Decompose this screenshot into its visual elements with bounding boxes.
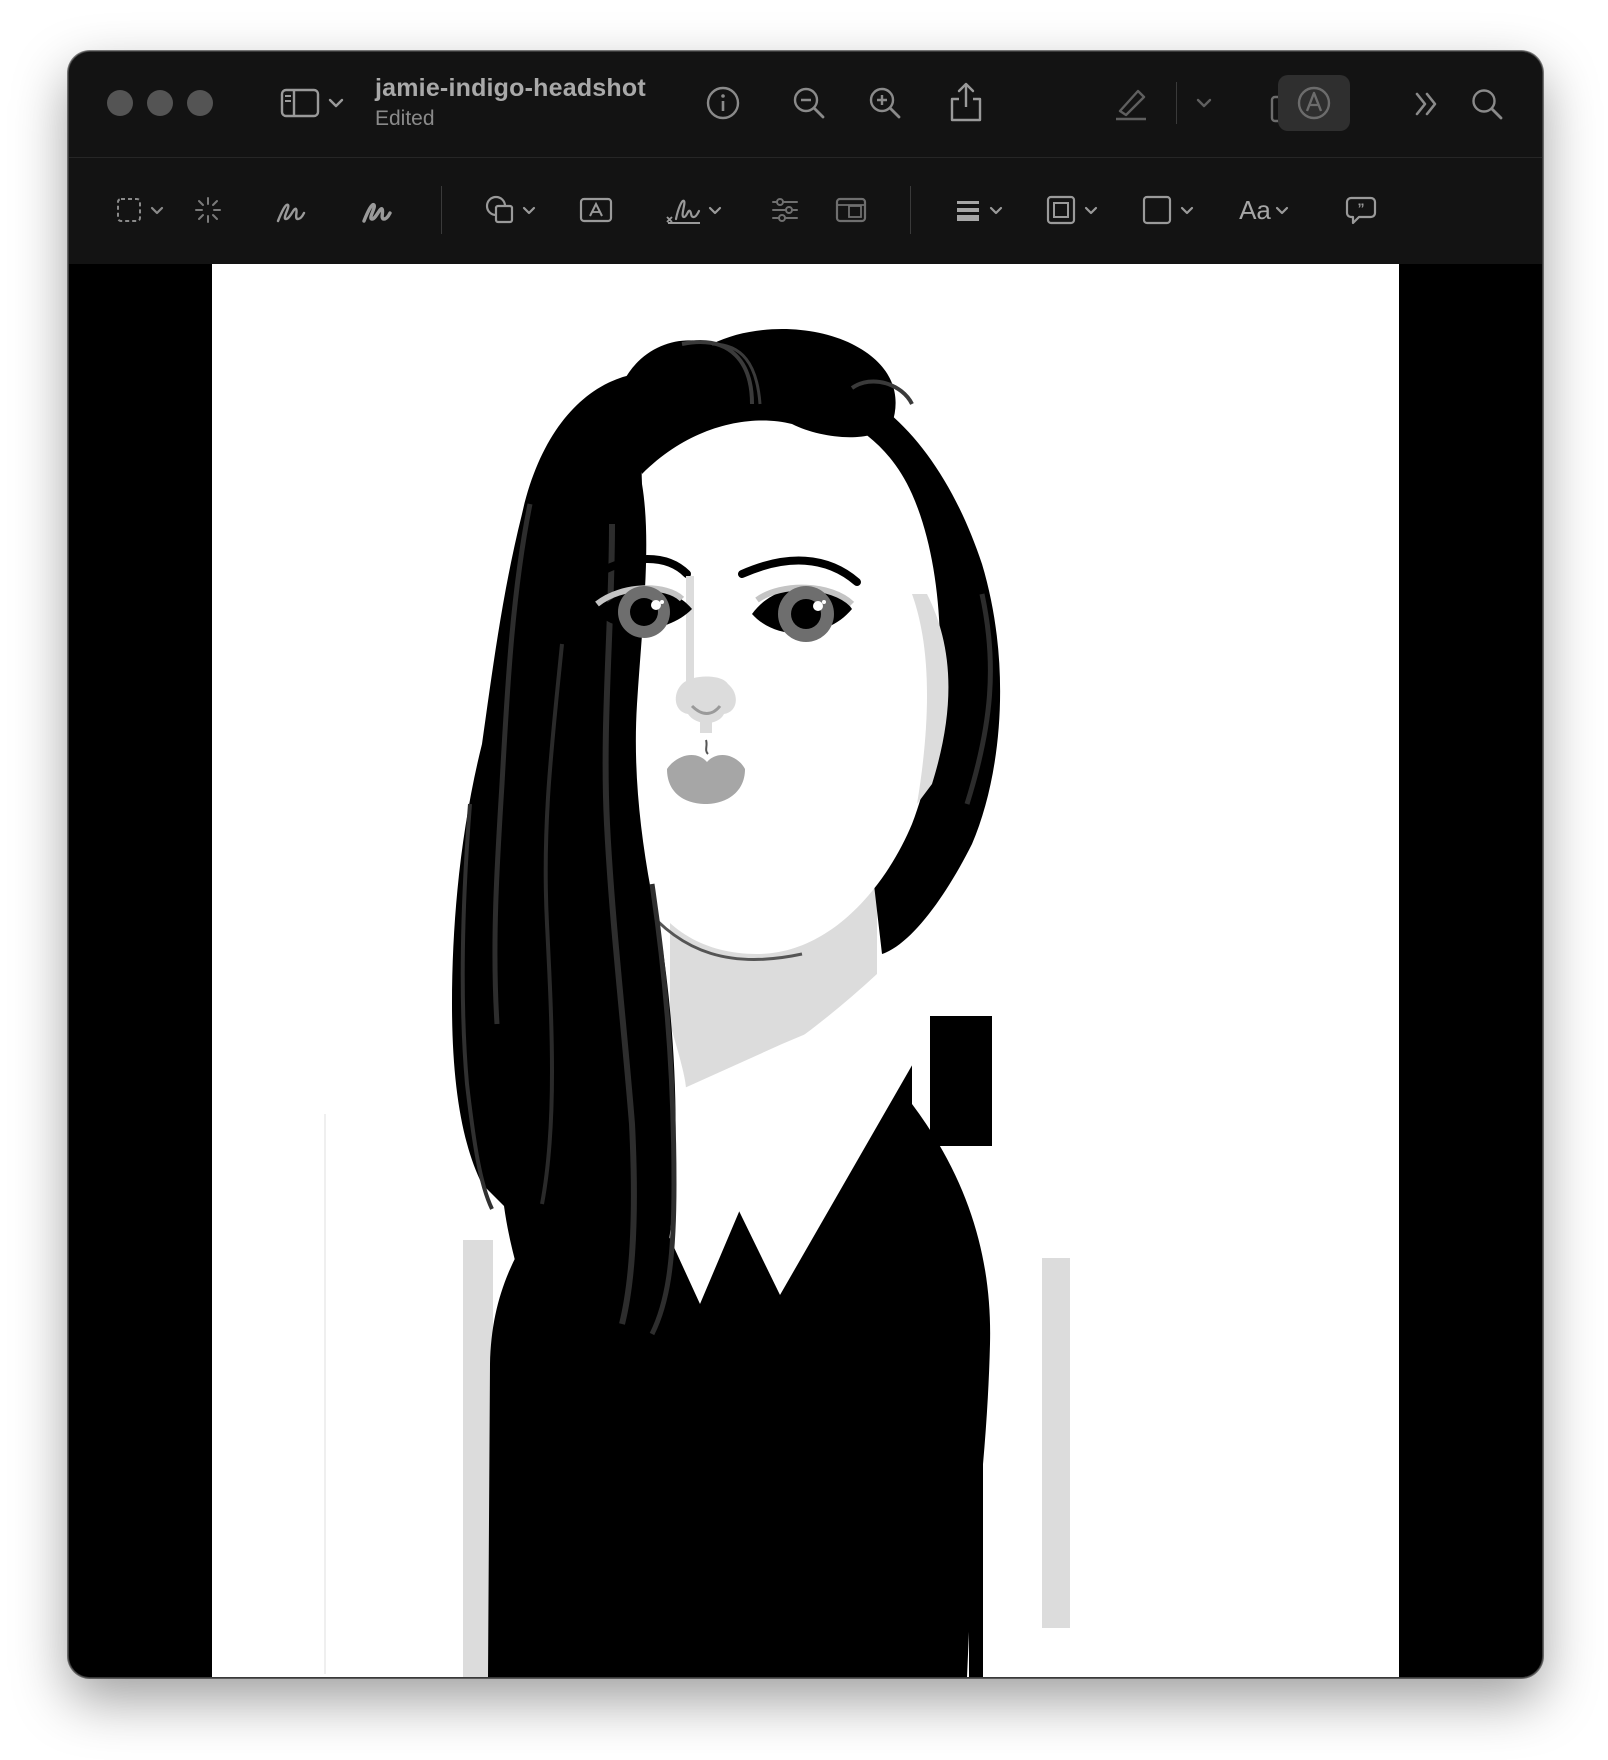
chevron-down-icon [708,206,722,215]
toolbar-divider [1176,82,1177,124]
highlighter-icon [1112,84,1150,122]
text-box-icon [579,196,613,224]
selection-tool-button[interactable] [109,190,171,230]
markup-button[interactable] [1278,75,1350,131]
toolbar-divider [441,186,442,234]
adjust-color-button[interactable] [763,190,807,230]
line-weight-icon [955,198,981,222]
chevron-down-icon [1196,98,1212,108]
border-color-icon [1046,195,1076,225]
chevron-down-icon [150,206,164,215]
highlight-button[interactable] [1109,80,1153,126]
zoom-in-icon [867,85,903,121]
toolbar-divider [910,186,911,234]
fill-color-button[interactable] [1135,190,1201,230]
chevron-down-icon [328,98,344,108]
signature-tool-button[interactable] [657,188,729,232]
annotate-button[interactable]: ” [1339,190,1383,230]
document-title-block[interactable]: jamie-indigo-headshot Edited [375,74,646,131]
zoom-in-button[interactable] [863,80,907,126]
info-icon [705,85,741,121]
markup-icon [1296,85,1332,126]
resize-icon [835,196,867,224]
portrait-illustration [212,264,1399,1677]
search-button[interactable] [1467,82,1507,126]
minimize-button[interactable] [147,90,173,116]
border-color-button[interactable] [1039,190,1105,230]
text-style-label: Aa [1239,194,1271,225]
sketch-icon [274,193,308,227]
chevron-down-icon [989,206,1003,215]
chevron-down-icon [1180,206,1194,215]
sketch-tool-button[interactable] [269,188,313,232]
zoom-out-icon [791,85,827,121]
info-button[interactable] [701,80,745,126]
zoom-out-button[interactable] [787,80,831,126]
close-button[interactable] [107,90,133,116]
draw-icon [360,193,394,227]
document-image[interactable] [212,264,1399,1677]
search-icon [1470,87,1504,121]
double-chevron-right-icon [1411,89,1441,119]
sidebar-toggle-button[interactable] [267,80,357,126]
line-style-button[interactable] [946,190,1012,230]
speech-bubble-icon: ” [1345,195,1377,225]
magic-wand-icon [193,195,223,225]
draw-tool-button[interactable] [355,188,399,232]
instant-alpha-button[interactable] [188,190,228,230]
sidebar-icon [280,87,320,119]
more-tools-button[interactable] [1406,82,1446,126]
rectangular-selection-icon [116,197,142,223]
fill-color-icon [1142,195,1172,225]
svg-text:”: ” [1358,200,1365,216]
text-box-tool-button[interactable] [574,190,618,230]
chevron-down-icon [1084,206,1098,215]
share-button[interactable] [944,77,988,127]
text-style-button[interactable]: Aa [1229,190,1299,230]
title-bar: jamie-indigo-headshot Edited [69,52,1542,157]
zoom-button[interactable] [187,90,213,116]
document-title: jamie-indigo-headshot [375,74,646,102]
markup-toolbar: Aa ” [69,157,1542,265]
chevron-down-icon [1275,206,1289,215]
share-icon [949,81,983,123]
signature-icon [664,193,704,227]
highlight-menu-button[interactable] [1189,88,1219,118]
shapes-tool-button[interactable] [477,190,543,230]
sliders-icon [770,195,800,225]
document-status: Edited [375,107,435,130]
document-canvas[interactable] [69,264,1542,1677]
chevron-down-icon [522,206,536,215]
shapes-icon [484,194,516,226]
adjust-size-button[interactable] [829,190,873,230]
preview-window: jamie-indigo-headshot Edited Aa ” [68,51,1543,1678]
